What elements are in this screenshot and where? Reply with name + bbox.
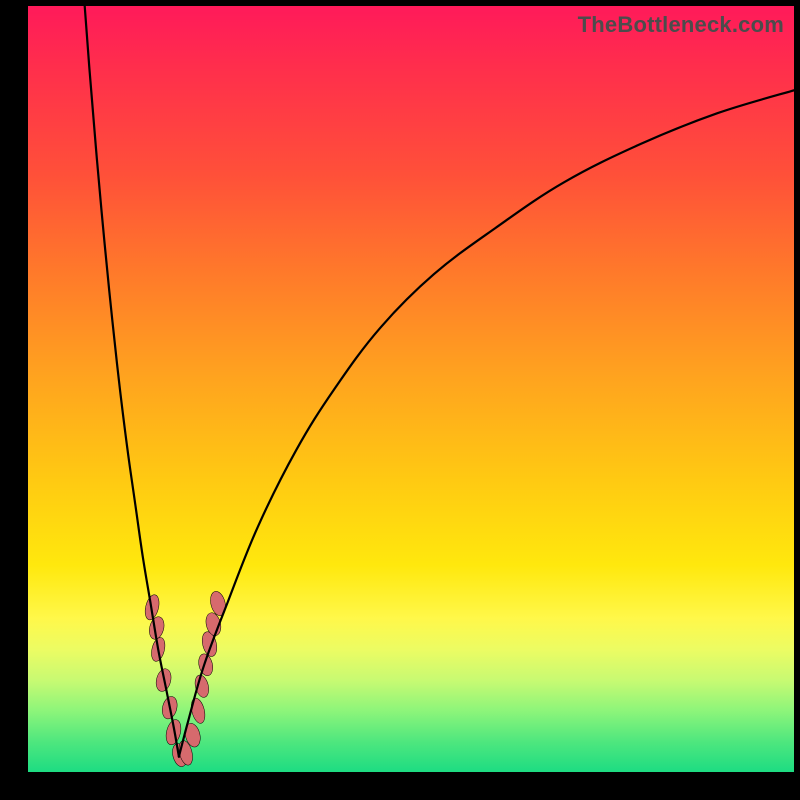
plot-area: TheBottleneck.com	[28, 6, 794, 772]
chart-frame: TheBottleneck.com	[0, 0, 800, 800]
marker-blobs	[143, 590, 228, 768]
chart-svg	[28, 6, 794, 772]
right-curve	[179, 90, 794, 756]
